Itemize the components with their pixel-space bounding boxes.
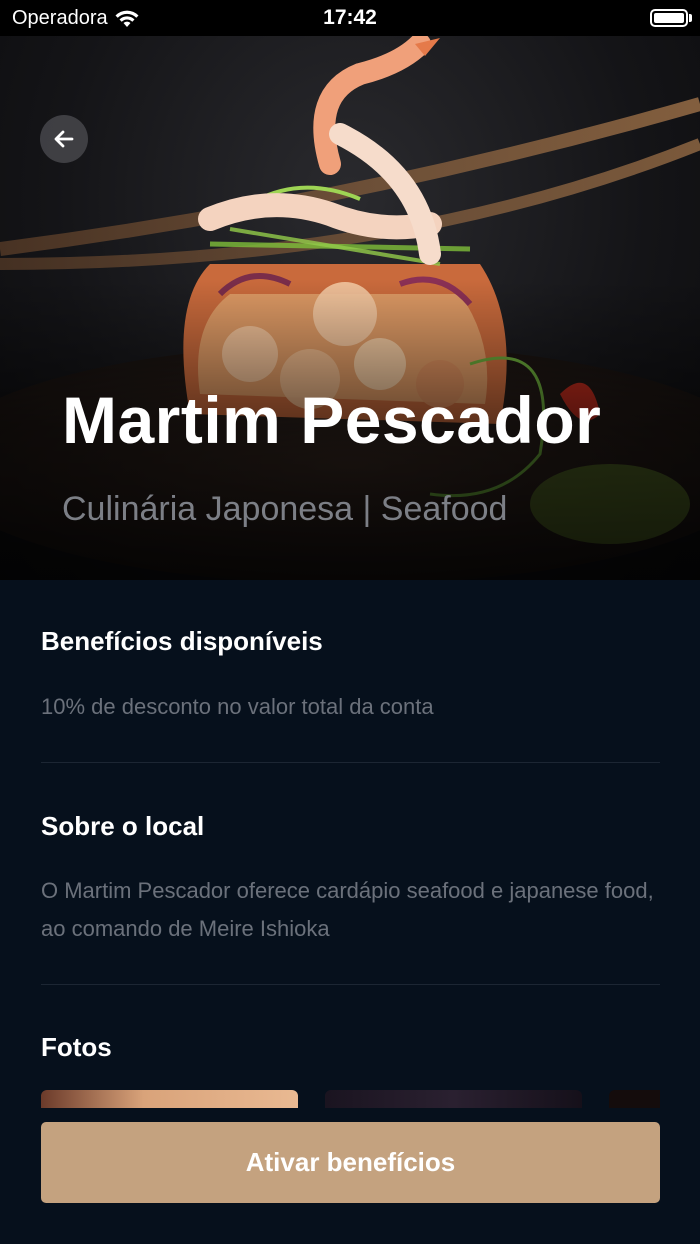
restaurant-categories: Culinária Japonesa | Seafood — [62, 490, 508, 528]
divider — [41, 762, 660, 763]
about-text: O Martim Pescador oferece cardápio seafo… — [41, 878, 654, 941]
back-arrow-icon — [54, 130, 74, 148]
divider — [41, 984, 660, 985]
gallery-photo[interactable] — [325, 1090, 582, 1108]
gallery-photo[interactable] — [609, 1090, 660, 1108]
benefits-text: 10% de desconto no valor total da conta — [41, 694, 434, 719]
gallery-photo[interactable] — [41, 1090, 298, 1108]
status-bar: Operadora 17:42 — [0, 0, 700, 36]
activate-benefits-button[interactable]: Ativar benefícios — [41, 1122, 660, 1203]
battery-icon — [650, 9, 688, 27]
back-button[interactable] — [40, 115, 88, 163]
status-time: 17:42 — [323, 6, 377, 29]
photo-gallery[interactable] — [41, 1090, 660, 1108]
about-title: Sobre o local — [41, 811, 205, 841]
photos-title: Fotos — [41, 1032, 112, 1062]
benefits-title: Benefícios disponíveis — [41, 626, 323, 656]
restaurant-name: Martim Pescador — [62, 383, 602, 457]
